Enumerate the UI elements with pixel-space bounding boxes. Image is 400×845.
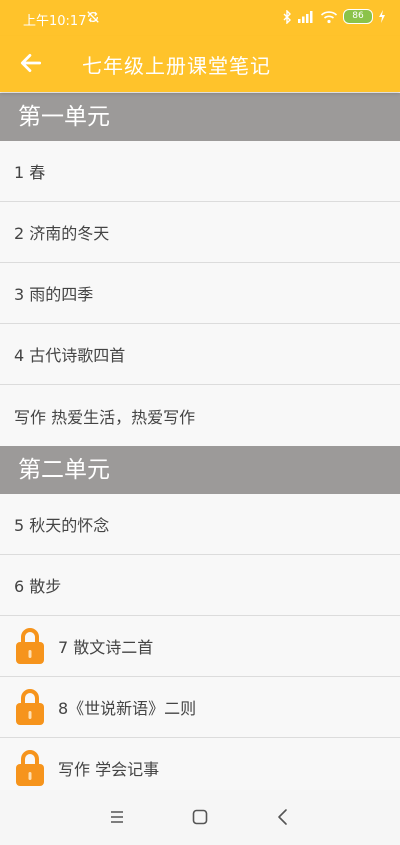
lesson-title: 6 散步 [14,577,62,596]
status-time: 上午10:17 [23,14,87,29]
status-icons: 86 [282,9,386,24]
charging-icon [379,10,385,23]
lesson-title: 1 春 [14,163,46,182]
lock-icon [16,628,44,664]
square-home-icon[interactable] [189,806,211,828]
list-item-locked[interactable]: 写作 学会记事 [0,738,400,790]
bluetooth-icon [283,9,291,24]
lesson-title: 5 秋天的怀念 [14,516,110,535]
lesson-title: 7 散文诗二首 [58,638,154,657]
list-item[interactable]: 2 济南的冬天 [0,202,400,263]
lesson-title: 8《世说新语》二则 [58,699,197,718]
lesson-list: 第一单元 1 春 2 济南的冬天 3 雨的四季 4 古代诗歌四首 写作 热爱生活… [0,93,400,790]
list-item[interactable]: 6 散步 [0,555,400,616]
list-item-locked[interactable]: 7 散文诗二首 [0,616,400,677]
list-item[interactable]: 3 雨的四季 [0,263,400,324]
section-header: 第一单元 [0,93,400,141]
section-header: 第二单元 [0,446,400,494]
lesson-title: 写作 热爱生活，热爱写作 [14,407,196,427]
list-item[interactable]: 5 秋天的怀念 [0,494,400,555]
arrow-left-icon[interactable] [18,50,44,76]
list-item[interactable]: 4 古代诗歌四首 [0,324,400,385]
lesson-title: 写作 学会记事 [58,760,160,779]
list-item[interactable]: 写作 热爱生活，热爱写作 [0,385,400,446]
lock-icon [16,689,44,725]
app-bar: 七年级上册课堂笔记 [0,36,400,92]
list-item-locked[interactable]: 8《世说新语》二则 [0,677,400,738]
list-item[interactable]: 1 春 [0,141,400,202]
lock-icon [16,750,44,786]
battery-indicator: 86 [343,9,373,24]
chevron-left-icon[interactable] [272,806,294,828]
sync-off-icon [87,11,99,23]
signal-icon [298,10,313,23]
page-title: 七年级上册课堂笔记 [82,54,271,78]
wifi-icon [320,10,338,23]
system-nav-bar [0,790,400,845]
lesson-title: 3 雨的四季 [14,285,94,304]
status-bar: 上午10:17 86 [0,0,400,36]
lesson-title: 2 济南的冬天 [14,224,110,243]
lesson-title: 4 古代诗歌四首 [14,346,126,365]
menu-icon[interactable] [106,806,128,828]
